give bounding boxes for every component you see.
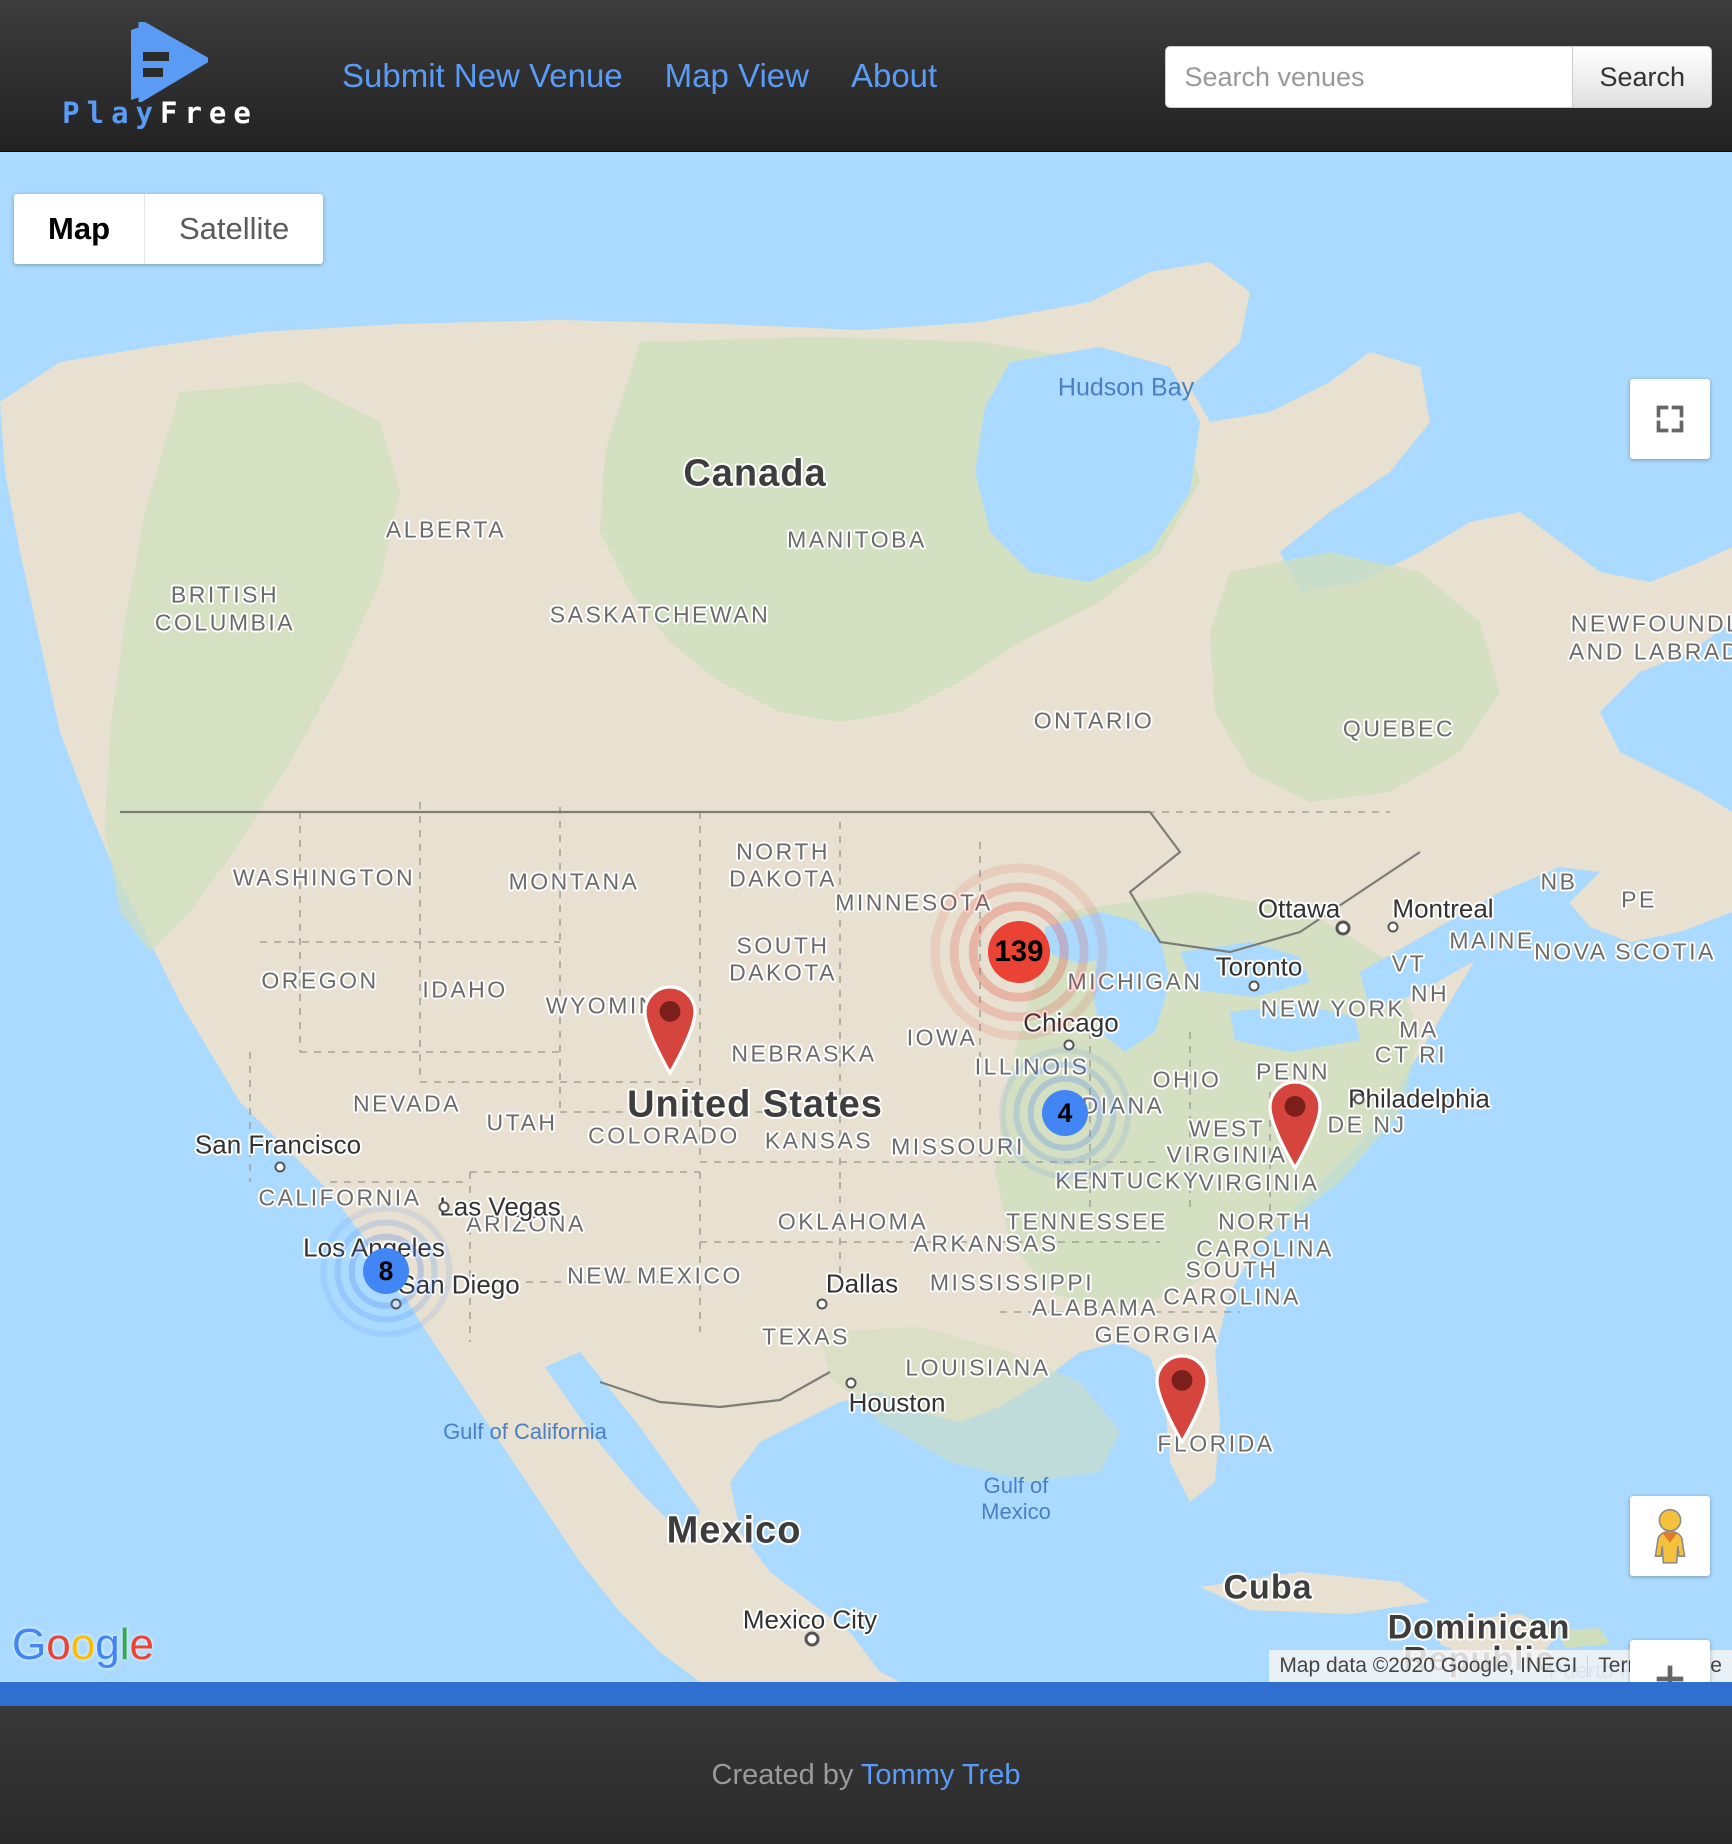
cluster-count: 8 (378, 1255, 394, 1286)
cluster-count: 4 (1057, 1097, 1073, 1128)
svg-text:Google: Google (12, 1621, 154, 1669)
street-view-pegman-button[interactable] (1630, 1496, 1710, 1576)
street-view-pegman-icon (1654, 1508, 1686, 1564)
footer-credit-prefix: Created by (711, 1758, 861, 1791)
cluster-count: 139 (994, 935, 1044, 968)
city-dot (438, 1201, 450, 1213)
fullscreen-button[interactable] (1630, 379, 1710, 459)
map-pin-icon (643, 985, 697, 1077)
map-base-imagery (0, 152, 1732, 1682)
google-map[interactable]: Map Satellite Google Map data ©2020 Goog… (0, 152, 1732, 1682)
fullscreen-icon (1656, 405, 1684, 433)
venue-pin-colorado[interactable] (643, 985, 728, 1174)
map-pin-icon (1155, 1354, 1209, 1446)
plus-icon (1656, 1665, 1684, 1682)
city-dot (274, 1161, 286, 1173)
zoom-control[interactable] (1630, 1640, 1710, 1682)
nav-about[interactable]: About (851, 57, 937, 95)
zoom-in-button[interactable] (1630, 1640, 1710, 1682)
brand-text-free: Free (160, 95, 258, 130)
city-dot (1353, 1093, 1365, 1105)
cluster-marker-8[interactable]: 8 (320, 1205, 452, 1337)
footer-credit: Created by Tommy Treb (712, 1759, 1021, 1792)
nav-submit-new-venue[interactable]: Submit New Venue (342, 57, 623, 95)
map-type-control[interactable]: Map Satellite (14, 194, 324, 264)
cluster-marker-139[interactable]: 139 (930, 863, 1108, 1041)
cluster-marker-4[interactable]: 4 (999, 1047, 1131, 1179)
brand-text-play: Play (62, 95, 160, 130)
search-input[interactable] (1165, 46, 1573, 108)
page-footer: Created by Tommy Treb (0, 1706, 1732, 1844)
venue-pin-virginia[interactable] (1268, 1080, 1353, 1269)
play-triangle-logo-icon (130, 21, 208, 102)
venue-search-form: Search (1165, 46, 1712, 108)
city-dot (845, 1377, 857, 1389)
city-dot (804, 1631, 820, 1647)
city-dot (1335, 920, 1351, 936)
venue-pin-florida[interactable] (1155, 1354, 1240, 1543)
accent-bar (0, 1682, 1732, 1706)
city-dot (1387, 921, 1399, 933)
map-data-attribution: Map data ©2020 Google, INEGI (1279, 1654, 1578, 1677)
map-type-map[interactable]: Map (14, 194, 144, 264)
top-navbar: PlayFree Submit New Venue Map View About… (0, 0, 1732, 152)
google-logo: Google (10, 1620, 158, 1676)
city-dot (816, 1298, 828, 1310)
city-dot (1248, 980, 1260, 992)
map-pin-icon (1268, 1080, 1322, 1172)
main-nav: Submit New Venue Map View About (342, 57, 937, 95)
footer-author-link[interactable]: Tommy Treb (861, 1759, 1021, 1791)
map-type-satellite[interactable]: Satellite (144, 194, 324, 264)
brand-logo-link[interactable]: PlayFree (10, 21, 310, 130)
nav-map-view[interactable]: Map View (665, 57, 809, 95)
brand-text: PlayFree (62, 96, 258, 130)
search-button[interactable]: Search (1572, 46, 1712, 108)
